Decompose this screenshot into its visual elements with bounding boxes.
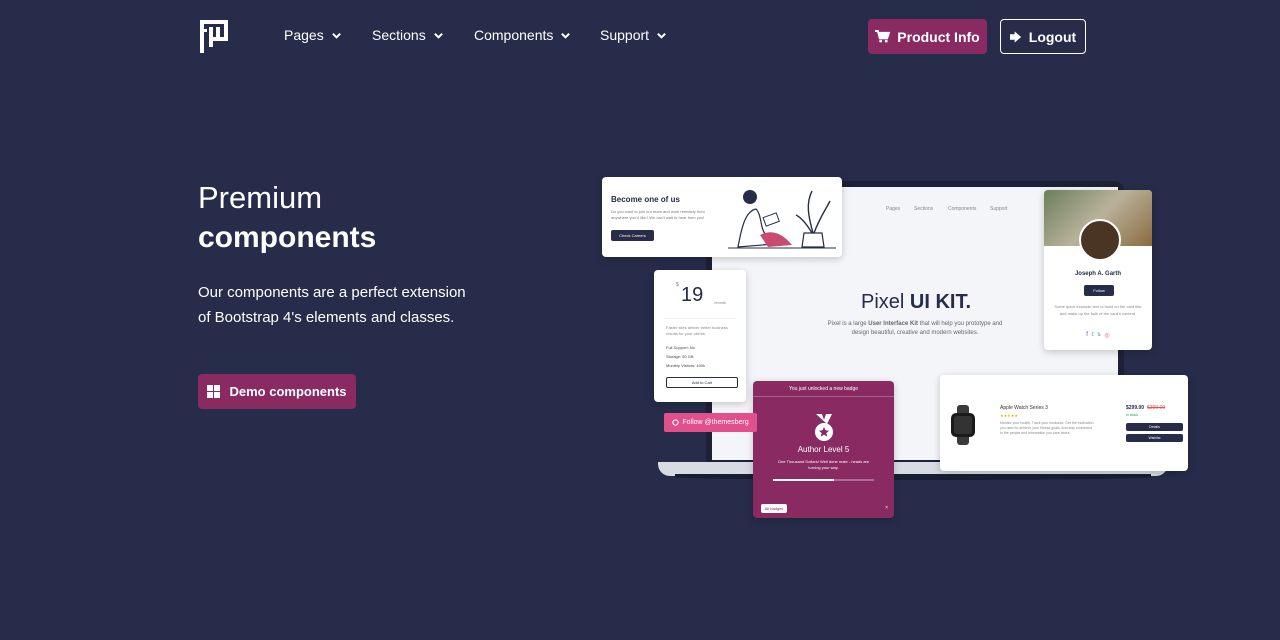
chevron-down-icon: [561, 32, 571, 39]
chevron-down-icon: [433, 32, 443, 39]
mockup-title-light: Pixel: [860, 291, 910, 313]
social-links: f t s ◎: [1044, 332, 1152, 339]
careers-title: Become one of us: [611, 195, 680, 204]
product-card: Apple Watch Series 3 ★★★★★ Monitor your …: [940, 375, 1188, 471]
badge-card: You just unlocked a new badge Author Lev…: [753, 381, 894, 518]
mockup-description: Pixel is a large User Interface Kit that…: [826, 320, 1004, 338]
follow-themesberg-button[interactable]: Follow @themesberg: [664, 413, 757, 432]
laptop-shadow: [675, 474, 1151, 480]
pricing-description: Faster sites deliver better business res…: [666, 325, 728, 336]
cart-icon: [875, 30, 891, 43]
progress-bar: [773, 479, 874, 481]
all-badges-button[interactable]: All badges: [761, 504, 787, 513]
profile-description: Some quick example text to build on the …: [1054, 304, 1142, 316]
mock-nav-item: Components: [948, 206, 977, 212]
avatar: [1079, 219, 1121, 261]
nav-item-label: Support: [600, 27, 650, 43]
nav-item-pages[interactable]: Pages: [284, 27, 342, 43]
sign-out-icon: [1009, 30, 1021, 43]
price-currency: $: [676, 282, 679, 288]
dribbble-icon[interactable]: ◎: [1105, 332, 1110, 339]
hero-description: Our components are a perfect extension o…: [198, 284, 466, 326]
chevron-down-icon: [331, 32, 341, 39]
divider: [664, 318, 736, 319]
product-rating: ★★★★★: [1000, 413, 1018, 418]
mock-nav-item: Pages: [886, 206, 901, 212]
follow-button[interactable]: Follow: [1084, 285, 1114, 296]
nav-item-sections[interactable]: Sections: [372, 27, 444, 43]
product-stock: In stock: [1126, 413, 1139, 417]
badge-description: One Thousand Dollars! Well done mate - h…: [777, 459, 870, 470]
pricing-feature: Monthly Visitors: 400k: [666, 363, 706, 368]
add-to-cart-label: Add to Cart: [691, 380, 713, 385]
wishlist-button[interactable]: Wishlist: [1126, 434, 1183, 442]
product-price: $299.00 $399.00: [1126, 405, 1165, 411]
dribbble-icon: [672, 419, 680, 426]
chevron-down-icon: [657, 32, 666, 39]
facebook-icon[interactable]: f: [1086, 332, 1088, 339]
badge-header: You just unlocked a new badge: [788, 386, 859, 392]
pricing-feature: Full Support: No: [666, 345, 695, 350]
demo-components-label: Demo components: [229, 384, 347, 399]
logout-button[interactable]: Logout: [1000, 19, 1086, 54]
progress-fill: [773, 479, 834, 481]
product-name: Apple Watch Series 3: [1000, 405, 1048, 411]
mockup-title: Pixel UI KIT.: [832, 291, 1000, 314]
profile-card: Joseph A. Garth Follow Some quick exampl…: [1044, 190, 1152, 350]
mockup-desc-pre: Pixel is a large: [827, 321, 869, 327]
profile-name: Joseph A. Garth: [1074, 271, 1122, 277]
nav-item-components[interactable]: Components: [474, 27, 571, 43]
nav-item-support[interactable]: Support: [600, 27, 667, 43]
details-button[interactable]: Details: [1126, 423, 1183, 431]
check-careers-button[interactable]: Check Careers: [611, 230, 654, 241]
careers-description: Do you want to join our team and work re…: [611, 209, 705, 220]
grid-icon: [207, 385, 221, 398]
product-price-old: $399.00: [1147, 405, 1166, 411]
product-info-button[interactable]: Product Info: [868, 19, 987, 54]
slack-icon[interactable]: s: [1098, 332, 1101, 339]
apple-watch-image: [951, 405, 975, 445]
close-icon[interactable]: ×: [885, 505, 888, 511]
mock-nav-item: Support: [990, 206, 1008, 212]
mock-nav-item: Sections: [914, 206, 934, 212]
follow-label: Follow @themesberg: [682, 419, 749, 426]
product-info-label: Product Info: [897, 28, 980, 45]
twitter-icon[interactable]: t: [1092, 332, 1094, 339]
careers-card: Become one of us Do you want to join our…: [602, 177, 842, 257]
hero-title-light: Premium: [198, 180, 323, 215]
pixel-logo-icon[interactable]: [200, 20, 228, 53]
add-to-cart-button[interactable]: Add to Cart: [666, 377, 738, 388]
nav-item-label: Pages: [284, 27, 324, 43]
mockup-title-bold: UI KIT.: [909, 291, 972, 313]
product-description: Monitor your health. Track your workouts…: [1000, 421, 1094, 435]
logout-label: Logout: [1028, 28, 1077, 45]
divider: [753, 396, 894, 397]
medal-icon: [815, 414, 833, 441]
demo-components-button[interactable]: Demo components: [198, 374, 356, 409]
pricing-feature: Storage: 50 GB: [666, 354, 694, 359]
pricing-card: $ 19 /month Faster sites deliver better …: [654, 270, 746, 402]
reading-woman-illustration-icon: [728, 190, 836, 249]
price-unit: /month: [714, 300, 727, 305]
nav-item-label: Sections: [372, 27, 426, 43]
badge-title: Author Level 5: [797, 445, 850, 454]
product-price-current: $299.00: [1126, 405, 1145, 411]
hero-title-bold: components: [198, 221, 377, 254]
mockup-desc-bold: User Interface Kit: [868, 321, 918, 327]
price-value: 19: [681, 284, 704, 306]
nav-item-label: Components: [474, 27, 554, 43]
